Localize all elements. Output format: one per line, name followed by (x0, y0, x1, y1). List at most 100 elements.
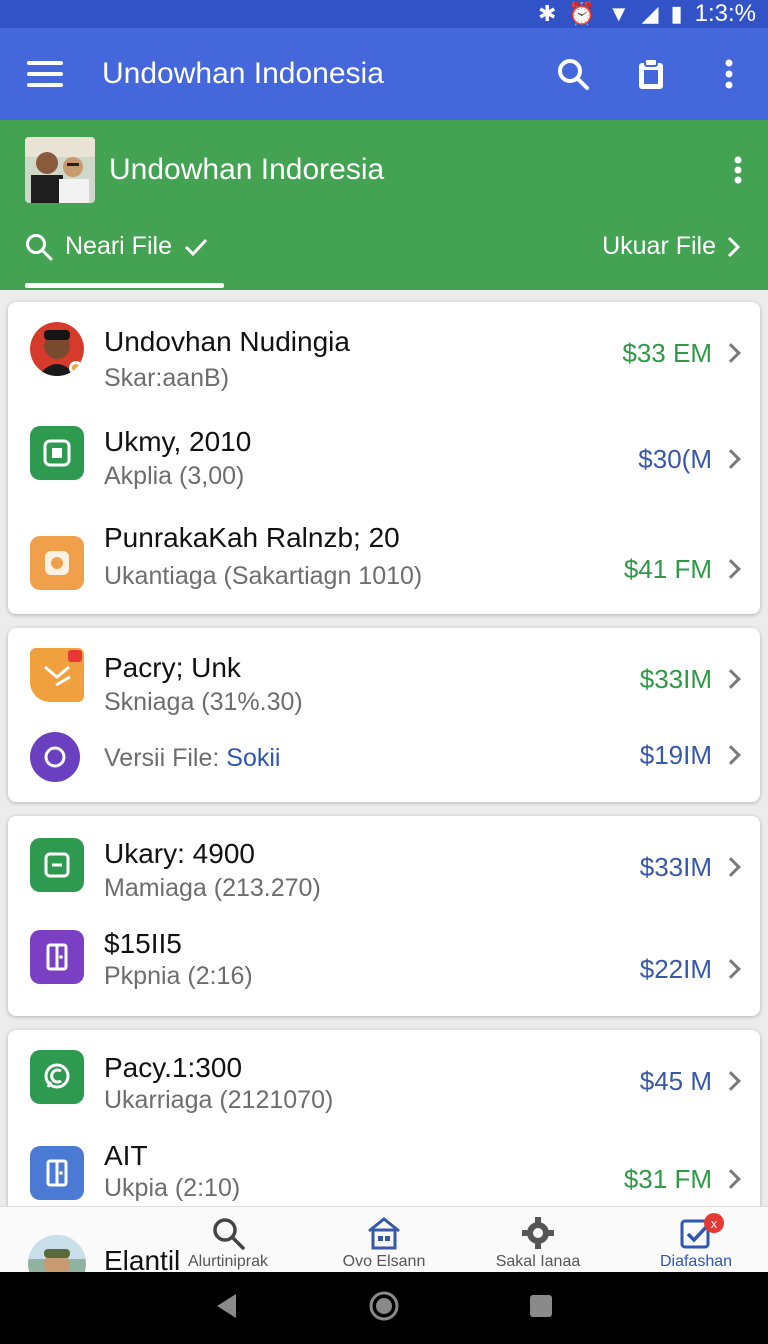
recents-button[interactable] (528, 1293, 554, 1324)
chevron-right-icon (727, 236, 740, 257)
bottom-navigation: Elantil Alurtiniprak Ovo Elsann Sakal Ia… (0, 1206, 768, 1272)
item-subtitle: Pkpnia (2:16) (104, 962, 253, 990)
file-card-2: Pacry; Unk Skniaga (31%.30) $33IM Versii… (8, 628, 760, 802)
orange-mail-icon (30, 648, 84, 702)
signal-icon: ◢ (641, 1, 659, 26)
nav-item-search[interactable]: Alurtiniprak (168, 1215, 288, 1271)
item-name: Ukmy, 2010 (104, 426, 252, 457)
notification-dot-icon (68, 650, 82, 662)
bluetooth-icon: ✱ (537, 1, 557, 26)
list-item[interactable]: Pacry; Unk Skniaga (31%.30) $33IM (8, 628, 760, 724)
item-subtitle: Mamiaga (213.270) (104, 874, 321, 902)
chevron-right-icon (721, 343, 741, 363)
item-subtitle: Skniaga (31%.30) (104, 688, 303, 716)
item-subtitle: Skar:aanB) (104, 364, 230, 392)
battery-icon: ▮ (670, 1, 683, 26)
list-item[interactable]: Versii File: Sokii $19IM (8, 724, 760, 802)
tab-output-file[interactable]: Ukuar File (602, 232, 740, 261)
tab-output-file-label: Ukuar File (602, 232, 716, 260)
item-name: PunrakaKah Ralnzb; 20 (104, 522, 400, 553)
file-version-link[interactable]: Sokii (226, 744, 280, 772)
item-amount: $19IM (639, 740, 712, 770)
tab-search-file[interactable]: Neari File (25, 232, 208, 261)
nav-item-settings[interactable]: Sakal Ianaa (478, 1215, 598, 1271)
more-vert-icon (734, 156, 742, 184)
status-bar: ✱ ⏰ ▼ ◢ ▮ 1:3:% (0, 0, 768, 28)
item-name: Ukary: 4900 (104, 838, 255, 869)
tab-search-file-label: Neari File (65, 232, 172, 260)
purple-circle-icon (30, 732, 80, 782)
search-button[interactable] (534, 28, 612, 120)
gear-icon (522, 1217, 554, 1249)
green-square-app-icon (30, 426, 84, 480)
home-circle-icon (369, 1291, 399, 1320)
overflow-menu-button[interactable] (690, 28, 768, 120)
back-triangle-icon (217, 1293, 236, 1318)
nav-item-label: Diafashan (659, 1253, 733, 1270)
list-item[interactable]: Pacy.1:300 Ukarriaga (2121070) $45 M (8, 1030, 760, 1128)
search-icon (558, 59, 589, 90)
item-subtitle: Ukarriaga (2121070) (104, 1086, 334, 1114)
chevron-right-icon (721, 857, 741, 877)
file-card-4: Pacy.1:300 Ukarriaga (2121070) $45 M AIT… (8, 1030, 760, 1220)
avatar[interactable] (28, 1235, 86, 1272)
app-bar: Undowhan Indonesia (0, 28, 768, 120)
tab-indicator (25, 283, 224, 288)
item-amount: $45 M (639, 1066, 712, 1096)
search-icon (26, 233, 53, 260)
item-subtitle: Ukantiaga (Sakartiagn 1010) (104, 562, 423, 590)
app-title: Undowhan Indonesia (102, 57, 384, 90)
item-amount: $33IM (639, 852, 712, 882)
wifi-icon: ▼ (607, 1, 630, 26)
home-button[interactable] (368, 1290, 400, 1327)
chevron-right-icon (721, 449, 741, 469)
hamburger-icon (27, 61, 63, 87)
home-icon (368, 1217, 400, 1250)
nav-item-label: Sakal Ianaa (495, 1253, 581, 1270)
nav-item-tasks[interactable]: x Diafashan (636, 1213, 756, 1271)
status-time: 1:3:% (694, 0, 756, 27)
item-subtitle: Ukpia (2:10) (104, 1174, 241, 1202)
item-name: Undovhan Nudingia (104, 326, 350, 357)
clipboard-button[interactable] (612, 28, 690, 120)
list-item[interactable]: $15II5 Pkpnia (2:16) $22IM (8, 912, 760, 1016)
nav-item-home[interactable]: Ovo Elsann (324, 1215, 444, 1271)
menu-button[interactable] (0, 28, 90, 120)
chevron-right-icon (721, 559, 741, 579)
item-amount: $33 EM (622, 338, 712, 368)
file-version: Versii File: Sokii (104, 744, 280, 773)
recents-square-icon (530, 1294, 552, 1317)
orange-app-icon (30, 536, 84, 590)
group-photo (25, 137, 95, 203)
system-navigation-bar (0, 1272, 768, 1344)
list-item[interactable]: Ukmy, 2010 Akplia (3,00) $30(M (8, 406, 760, 506)
item-amount: $22IM (639, 954, 712, 984)
file-version-label: Versii File: (104, 744, 220, 772)
back-button[interactable] (214, 1292, 240, 1325)
item-name: AIT (104, 1140, 148, 1171)
notification-badge: x (704, 1213, 724, 1233)
item-amount: $41 FM (623, 554, 712, 584)
search-icon (213, 1218, 245, 1250)
check-icon (184, 238, 208, 256)
chevron-right-icon (721, 745, 741, 765)
chevron-right-icon (721, 1071, 741, 1091)
alarm-icon: ⏰ (568, 1, 596, 26)
folder-menu-button[interactable] (708, 156, 768, 184)
purple-door-icon (30, 930, 84, 984)
chevron-right-icon (721, 1169, 741, 1189)
list-item[interactable]: Undovhan Nudingia Skar:aanB) $33 EM (8, 302, 760, 406)
item-amount: $31 FM (623, 1164, 712, 1194)
list-item[interactable]: Ukary: 4900 Mamiaga (213.270) $33IM (8, 816, 760, 912)
green-chat-icon (30, 1050, 84, 1104)
file-card-3: Ukary: 4900 Mamiaga (213.270) $33IM $15I… (8, 816, 760, 1016)
file-card-1: Undovhan Nudingia Skar:aanB) $33 EM Ukmy… (8, 302, 760, 614)
chevron-right-icon (721, 959, 741, 979)
item-name: $15II5 (104, 928, 182, 959)
green-doc-icon (30, 838, 84, 892)
blue-door-icon (30, 1146, 84, 1200)
nav-item-label: Ovo Elsann (342, 1253, 426, 1270)
folder-header: Undowhan Indoresia Neari File Ukuar File (0, 120, 768, 290)
list-item[interactable]: PunrakaKah Ralnzb; 20 Ukantiaga (Sakarti… (8, 506, 760, 614)
item-amount: $33IM (639, 664, 712, 694)
